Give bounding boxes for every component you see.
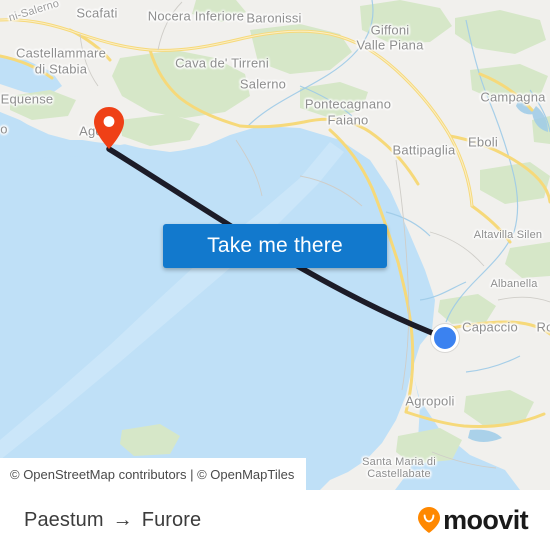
origin-map-pin-icon[interactable] — [94, 107, 124, 149]
destination-map-dot-icon[interactable] — [431, 324, 459, 352]
take-me-there-button[interactable]: Take me there — [163, 224, 387, 268]
moovit-route-preview: ni-Salerno Scafati Nocera Inferiore Baronis… — [0, 0, 550, 550]
moovit-pin-icon — [418, 507, 441, 533]
moovit-wordmark: moovit — [443, 504, 529, 535]
route-summary: Paestum → Furore — [24, 509, 201, 532]
map-canvas[interactable]: ni-Salerno Scafati Nocera Inferiore Baronis… — [0, 0, 550, 490]
footer-bar: Paestum → Furore moovit — [0, 490, 550, 550]
map-attribution[interactable]: © OpenStreetMap contributors | © OpenMap… — [0, 458, 307, 490]
moovit-logo[interactable]: moovit — [418, 504, 529, 536]
route-origin-label: Paestum — [24, 508, 104, 531]
map-pin-icon — [94, 107, 124, 149]
route-destination-label: Furore — [141, 508, 202, 531]
arrow-right-icon: → — [112, 508, 133, 531]
